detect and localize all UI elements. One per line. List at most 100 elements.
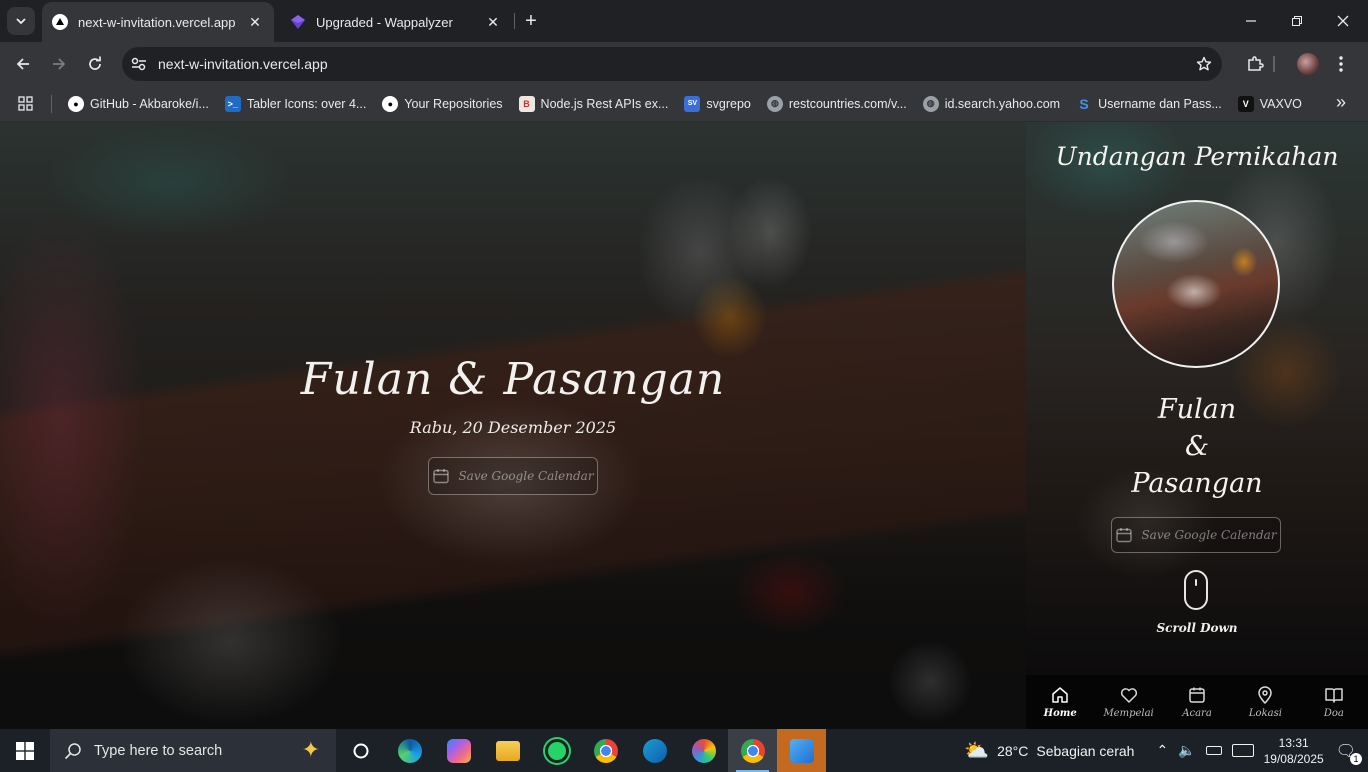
v-icon: V — [1237, 95, 1254, 112]
bookmark-your-repositories[interactable]: ● Your Repositories — [374, 90, 510, 118]
nav-label: Home — [1043, 708, 1077, 719]
tab-title: Upgraded - Wappalyzer — [316, 14, 453, 30]
tab-next-w-invitation[interactable]: next-w-invitation.vercel.app ✕ — [42, 2, 274, 42]
tab-search-button[interactable] — [7, 7, 35, 35]
bookmark-star-icon[interactable] — [1190, 50, 1218, 78]
cortana-icon — [353, 743, 368, 758]
windows-icon — [16, 741, 34, 760]
taskbar-chrome-active[interactable] — [728, 729, 777, 772]
taskbar-chrome[interactable] — [581, 729, 630, 772]
calendar-icon — [1189, 687, 1205, 703]
nav-doa[interactable]: Doa — [1300, 675, 1368, 729]
nav-lokasi[interactable]: Lokasi — [1231, 675, 1299, 729]
taskbar-edge[interactable] — [385, 729, 434, 772]
wappalyzer-icon — [290, 14, 306, 30]
calendar-icon — [1116, 528, 1133, 543]
address-bar[interactable]: next-w-invitation.vercel.app — [122, 47, 1222, 81]
clock[interactable]: 13:31 19/08/2025 — [1264, 735, 1324, 767]
bottom-navigation: Home Mempelai Acara Lokasi Doa — [1026, 675, 1368, 729]
weather-description[interactable]: Sebagian cerah — [1036, 743, 1134, 759]
new-tab-button[interactable]: + — [520, 10, 542, 32]
taskbar-file-explorer[interactable] — [483, 729, 532, 772]
close-tab-icon[interactable]: ✕ — [484, 13, 502, 31]
search-placeholder: Type here to search — [94, 742, 223, 759]
bookmark-label: Username dan Pass... — [1098, 96, 1222, 111]
keyboard-icon[interactable] — [1231, 744, 1254, 757]
bookmark-label: id.search.yahoo.com — [944, 96, 1061, 111]
taskbar-photos[interactable] — [777, 729, 826, 772]
taskbar-whatsapp[interactable] — [532, 729, 581, 772]
nav-acara[interactable]: Acara — [1163, 675, 1231, 729]
bookmark-label: Node.js Rest APIs ex... — [540, 96, 669, 111]
forward-button[interactable] — [45, 50, 73, 78]
reload-button[interactable] — [81, 50, 109, 78]
bookmark-label: Your Repositories — [404, 96, 503, 111]
book-icon — [1325, 688, 1343, 703]
close-icon — [1337, 15, 1349, 27]
palette-icon — [691, 738, 716, 763]
profile-button[interactable] — [1294, 50, 1322, 78]
bookmark-github[interactable]: ● GitHub - Akbaroke/i... — [60, 90, 217, 118]
app-icon — [642, 738, 667, 763]
ampersand: & — [1184, 431, 1210, 462]
start-button[interactable] — [0, 729, 50, 772]
tab-wappalyzer[interactable]: Upgraded - Wappalyzer ✕ — [280, 2, 512, 42]
cortana-button[interactable] — [336, 729, 385, 772]
panel-title: Undangan Pernikahan — [1055, 142, 1339, 171]
taskbar-app-bird[interactable] — [630, 729, 679, 772]
minimize-button[interactable] — [1228, 0, 1274, 42]
calendar-icon — [433, 469, 450, 484]
heart-icon — [1120, 688, 1137, 703]
weather-temperature[interactable]: 28°C — [997, 743, 1028, 759]
tab-title: next-w-invitation.vercel.app — [78, 14, 236, 30]
sparkle-icon: ✦ — [301, 737, 320, 762]
bookmark-nodejs[interactable]: B Node.js Rest APIs ex... — [511, 90, 677, 118]
clock-date: 19/08/2025 — [1263, 751, 1324, 766]
taskbar-paint[interactable] — [679, 729, 728, 772]
tab-strip: next-w-invitation.vercel.app ✕ Upgraded … — [0, 0, 1368, 42]
bookmark-tabler[interactable]: >_ Tabler Icons: over 4... — [217, 90, 375, 118]
taskbar-search-input[interactable]: Type here to search ✦ — [50, 729, 336, 772]
volume-icon[interactable]: 🔈 — [1178, 742, 1195, 759]
mouse-scroll-icon — [1184, 570, 1208, 610]
nav-label: Mempelai — [1103, 708, 1154, 719]
bookmark-svgrepo[interactable]: SV svgrepo — [676, 90, 758, 118]
battery-icon[interactable] — [1205, 746, 1222, 755]
save-google-calendar-button[interactable]: Save Google Calendar — [428, 457, 598, 495]
bookmark-label: svgrepo — [706, 96, 751, 111]
bookmark-yahoo[interactable]: ◍ id.search.yahoo.com — [915, 90, 1068, 118]
globe-icon: ◍ — [922, 95, 939, 112]
restore-button[interactable] — [1274, 0, 1320, 42]
apps-button[interactable] — [0, 94, 52, 113]
save-google-calendar-button[interactable]: Save Google Calendar — [1111, 517, 1281, 553]
tabler-icon: >_ — [224, 95, 241, 112]
bookmark-vaxvo[interactable]: V VAXVO — [1230, 90, 1310, 118]
nav-mempelai[interactable]: Mempelai — [1094, 675, 1162, 729]
s-icon: S — [1079, 95, 1089, 112]
bookmarks-bar: ● GitHub - Akbaroke/i... >_ Tabler Icons… — [0, 86, 1368, 122]
reload-icon — [89, 56, 101, 70]
bookmarks-overflow-icon[interactable]: » — [1336, 92, 1346, 113]
arrow-right-icon — [53, 58, 66, 70]
chevron-up-icon[interactable]: ⌃ — [1156, 742, 1168, 759]
taskbar-copilot[interactable] — [434, 729, 483, 772]
chrome-icon — [593, 738, 618, 763]
bookmark-username[interactable]: S Username dan Pass... — [1068, 90, 1230, 118]
windows-taskbar: Type here to search ✦ ⛅ 28°C Sebagian ce… — [0, 729, 1368, 772]
chrome-icon — [740, 738, 765, 763]
close-tab-icon[interactable]: ✕ — [246, 13, 264, 31]
extensions-button[interactable] — [1241, 50, 1269, 78]
notification-icon[interactable]: 🗨 1 — [1336, 741, 1362, 765]
menu-button[interactable] — [1327, 50, 1355, 78]
back-button[interactable] — [9, 50, 37, 78]
search-icon — [64, 742, 81, 759]
grid-icon — [18, 96, 33, 111]
avatar — [1297, 53, 1319, 75]
bookmark-restcountries[interactable]: ◍ restcountries.com/v... — [759, 90, 915, 118]
hero-section: Fulan & Pasangan Rabu, 20 Desember 2025 … — [0, 122, 1026, 729]
nav-home[interactable]: Home — [1026, 675, 1094, 729]
edge-icon — [397, 738, 422, 763]
weather-icon[interactable]: ⛅ — [964, 738, 989, 763]
close-window-button[interactable] — [1320, 0, 1366, 42]
site-info-icon[interactable] — [130, 56, 150, 72]
